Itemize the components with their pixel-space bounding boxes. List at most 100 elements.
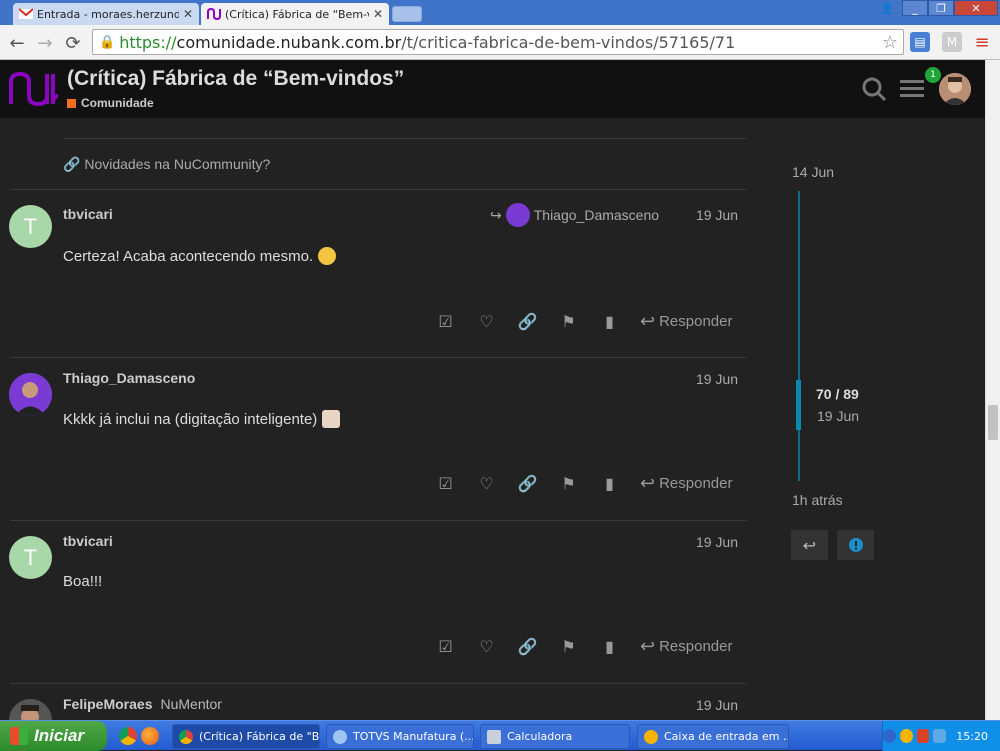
timeline-end-label[interactable]: 1h atrás bbox=[792, 492, 843, 508]
post: FelipeMoraes NuMentor 19 Jun bbox=[0, 684, 750, 720]
timeline-scroll-track[interactable] bbox=[798, 191, 800, 481]
avatar[interactable] bbox=[9, 699, 52, 720]
url-field[interactable]: 🔒 https:// comunidade.nubank.com.br /t/c… bbox=[92, 29, 904, 55]
post-username[interactable]: Thiago_Damasceno bbox=[63, 370, 195, 386]
tray-arrow-icon[interactable] bbox=[882, 729, 896, 743]
reply-button[interactable]: ↩ Responder bbox=[640, 473, 732, 494]
share-link-icon[interactable]: 🔗 bbox=[507, 312, 548, 331]
menu-icon[interactable]: ≡ bbox=[972, 32, 992, 53]
new-tab-button[interactable] bbox=[392, 6, 422, 22]
avatar[interactable] bbox=[939, 73, 971, 105]
forward-button[interactable]: → bbox=[34, 32, 56, 54]
topic-title[interactable]: (Crítica) Fábrica de “Bem-vindos” bbox=[67, 67, 404, 91]
divider bbox=[63, 138, 747, 139]
extension-icon[interactable]: ▤ bbox=[910, 32, 930, 52]
reply-topic-button[interactable]: ↩ bbox=[791, 530, 828, 560]
post-username[interactable]: FelipeMoraes NuMentor bbox=[63, 696, 222, 712]
flag-icon[interactable]: ⚑ bbox=[548, 474, 589, 493]
reply-button[interactable]: ↩ Responder bbox=[640, 311, 732, 332]
page-scrollbar[interactable] bbox=[985, 60, 1000, 720]
post-body: Boa!!! bbox=[63, 573, 102, 590]
back-button[interactable]: ← bbox=[6, 32, 28, 54]
related-topic-link[interactable]: 🔗 Novidades na NuCommunity? bbox=[63, 156, 270, 173]
checkbox-icon[interactable]: ☑ bbox=[425, 637, 466, 656]
post-date[interactable]: 19 Jun bbox=[696, 207, 738, 223]
restore-button[interactable]: ❐ bbox=[928, 0, 954, 16]
gmail-icon bbox=[18, 7, 34, 21]
post-date[interactable]: 19 Jun bbox=[696, 371, 738, 387]
start-button[interactable]: Iniciar bbox=[0, 721, 107, 751]
taskbar-item-calculator[interactable]: Calculadora bbox=[480, 724, 630, 749]
category-badge[interactable]: Comunidade bbox=[67, 96, 154, 110]
taskbar-item-label: TOTVS Manufatura (... bbox=[353, 730, 474, 743]
clock[interactable]: 15:20 bbox=[956, 730, 988, 743]
taskbar-item-label: (Crítica) Fábrica de "B... bbox=[199, 730, 320, 743]
checkbox-icon[interactable]: ☑ bbox=[425, 474, 466, 493]
emoji-icon bbox=[322, 410, 341, 428]
taskbar-item-totvs[interactable]: TOTVS Manufatura (... bbox=[326, 724, 474, 749]
notification-level-button[interactable] bbox=[837, 530, 874, 560]
checkbox-icon[interactable]: ☑ bbox=[425, 312, 466, 331]
tab-gmail[interactable]: Entrada - moraes.herzundve ✕ bbox=[13, 3, 199, 25]
scrollbar-thumb[interactable] bbox=[988, 405, 998, 440]
reply-to-indicator[interactable]: ↪ Thiago_Damasceno bbox=[490, 203, 659, 227]
share-link-icon[interactable]: 🔗 bbox=[507, 474, 548, 493]
search-icon[interactable] bbox=[855, 70, 893, 108]
avatar[interactable]: T bbox=[9, 205, 52, 248]
reply-button[interactable]: ↩ Responder bbox=[640, 636, 732, 657]
timeline-position: 70 / 89 bbox=[816, 386, 859, 402]
totvs-icon bbox=[333, 729, 347, 744]
post-text: Certeza! Acaba acontecendo mesmo. bbox=[63, 247, 314, 265]
flag-icon[interactable]: ⚑ bbox=[548, 312, 589, 331]
taskbar-item-inbox[interactable]: Caixa de entrada em ... bbox=[637, 724, 789, 749]
reply-to-username: Thiago_Damasceno bbox=[533, 207, 660, 223]
post-username[interactable]: tbvicari bbox=[63, 206, 113, 222]
like-heart-icon[interactable]: ♡ bbox=[466, 312, 507, 331]
close-icon[interactable]: ✕ bbox=[373, 7, 383, 21]
bookmark-icon[interactable]: ▮ bbox=[589, 474, 630, 493]
reload-button[interactable]: ⟳ bbox=[62, 32, 84, 54]
bookmark-icon[interactable]: ▮ bbox=[589, 637, 630, 656]
flag-icon[interactable]: ⚑ bbox=[548, 637, 589, 656]
close-icon[interactable]: ✕ bbox=[183, 7, 193, 21]
avatar[interactable]: T bbox=[9, 536, 52, 579]
topic-content: 🔗 Novidades na NuCommunity? T tbvicari ↪… bbox=[0, 118, 985, 720]
minimize-button[interactable]: _ bbox=[902, 0, 928, 16]
reply-arrow-icon: ↩ bbox=[640, 636, 656, 656]
chrome-quicklaunch-icon[interactable] bbox=[119, 727, 137, 745]
avatar bbox=[505, 203, 530, 227]
tray-app-icon[interactable] bbox=[916, 729, 930, 743]
firefox-quicklaunch-icon[interactable] bbox=[141, 727, 159, 745]
bookmark-icon[interactable]: ▮ bbox=[589, 312, 630, 331]
tray-app-icon[interactable] bbox=[899, 729, 913, 743]
tray-network-icon[interactable] bbox=[933, 729, 947, 743]
site-header: (Crítica) Fábrica de “Bem-vindos” Comuni… bbox=[0, 60, 985, 118]
post-actions: ☑ ♡ 🔗 ⚑ ▮ ↩ Responder bbox=[425, 473, 732, 494]
like-heart-icon[interactable]: ♡ bbox=[466, 637, 507, 656]
timeline-scroll-handle[interactable] bbox=[796, 380, 801, 430]
reply-label: Responder bbox=[659, 313, 733, 330]
extension-m-icon[interactable]: M bbox=[942, 32, 962, 52]
close-window-button[interactable]: ✕ bbox=[954, 0, 998, 16]
reply-arrow-icon: ↩ bbox=[640, 311, 656, 331]
tab-nubank[interactable]: (Crítica) Fábrica de “Bem-vin ✕ bbox=[201, 3, 389, 25]
timeline-start-date[interactable]: 14 Jun bbox=[792, 164, 834, 180]
tab-title: (Crítica) Fábrica de “Bem-vin bbox=[225, 7, 369, 21]
bookmark-star-icon[interactable]: ☆ bbox=[882, 32, 898, 53]
like-heart-icon[interactable]: ♡ bbox=[466, 474, 507, 493]
post-username[interactable]: tbvicari bbox=[63, 533, 113, 549]
category-label: Comunidade bbox=[81, 96, 154, 110]
nubank-logo[interactable] bbox=[8, 68, 62, 110]
windows-taskbar: Iniciar (Crítica) Fábrica de "B... TOTVS… bbox=[0, 720, 1000, 751]
share-link-icon[interactable]: 🔗 bbox=[507, 637, 548, 656]
user-menu[interactable]: 1 bbox=[925, 67, 971, 105]
post-date[interactable]: 19 Jun bbox=[696, 697, 738, 713]
user-icon[interactable]: 👤 bbox=[874, 0, 900, 16]
timeline-position-date: 19 Jun bbox=[817, 408, 860, 424]
taskbar-item-chrome[interactable]: (Crítica) Fábrica de "B... bbox=[172, 724, 320, 749]
chrome-icon bbox=[179, 729, 193, 744]
reply-arrow-icon: ↩ bbox=[640, 473, 656, 493]
avatar[interactable] bbox=[9, 373, 52, 416]
post-body: Certeza! Acaba acontecendo mesmo. bbox=[63, 247, 337, 265]
post-date[interactable]: 19 Jun bbox=[696, 534, 738, 550]
